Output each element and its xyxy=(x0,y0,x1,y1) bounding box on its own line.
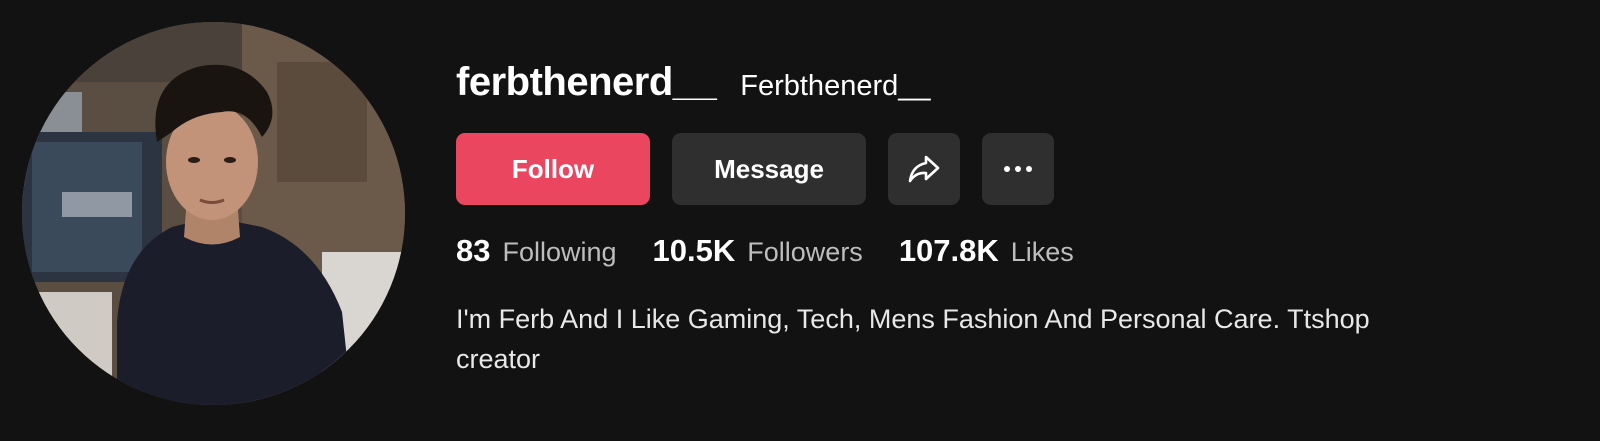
followers-label: Followers xyxy=(747,237,863,267)
share-button[interactable] xyxy=(888,133,960,205)
followers-count: 10.5K xyxy=(652,233,736,268)
stat-likes: 107.8K Likes xyxy=(899,233,1074,269)
title-row: ferbthenerd__ Ferbthenerd__ xyxy=(456,60,1556,116)
profile-info: ferbthenerd__ Ferbthenerd__ Follow Messa… xyxy=(456,60,1556,379)
profile-header: ferbthenerd__ Ferbthenerd__ Follow Messa… xyxy=(0,0,1600,441)
following-label: Following xyxy=(502,237,617,267)
stat-following[interactable]: 83 Following xyxy=(456,233,617,269)
action-buttons: Follow Message xyxy=(456,133,1556,205)
nickname: Ferbthenerd__ xyxy=(740,70,931,102)
stat-followers[interactable]: 10.5K Followers xyxy=(653,233,863,269)
more-dots-icon xyxy=(1004,166,1032,172)
follow-button[interactable]: Follow xyxy=(456,133,650,205)
following-count: 83 xyxy=(456,233,491,268)
likes-count: 107.8K xyxy=(898,233,999,268)
username: ferbthenerd__ xyxy=(456,60,717,104)
likes-label: Likes xyxy=(1010,237,1074,267)
message-button[interactable]: Message xyxy=(672,133,866,205)
avatar-photo xyxy=(22,22,405,405)
profile-bio: I'm Ferb And I Like Gaming, Tech, Mens F… xyxy=(456,304,1370,374)
profile-stats: 83 Following 10.5K Followers 107.8K Like… xyxy=(456,233,1556,273)
share-arrow-icon xyxy=(908,155,940,183)
avatar[interactable] xyxy=(22,22,405,405)
more-button[interactable] xyxy=(982,133,1054,205)
